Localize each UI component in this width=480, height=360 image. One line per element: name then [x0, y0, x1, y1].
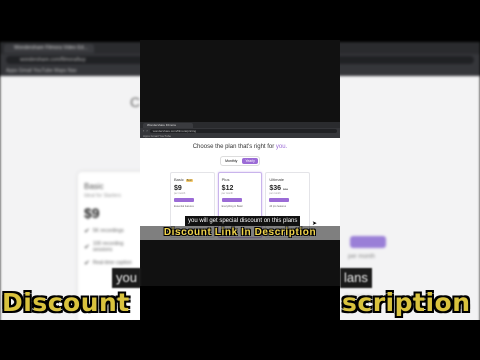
pricing-title-text: Choose the plan that's right for	[192, 144, 276, 150]
plan-price: $12	[221, 185, 234, 192]
billing-toggle: Monthly Yearly	[140, 156, 340, 166]
inner-browser-tab[interactable]: Wondershare Filmora	[143, 122, 193, 128]
bg-caption-right: lans	[340, 268, 372, 288]
bg-browser-tab[interactable]: Wondershare Filmora Video Ed...	[4, 43, 94, 53]
plan-badge: Best	[185, 179, 193, 182]
plan-name-row: Basic Best	[174, 177, 211, 182]
subtitle-caption: you will get special discount on this pl…	[185, 216, 301, 226]
monthly-toggle-option[interactable]: Monthly	[222, 158, 240, 164]
inner-url-field[interactable]: wondershare.com/filmora/pricing	[149, 129, 337, 133]
bg-feature-row: ✔ 5K recordings	[84, 227, 144, 235]
banner-text-left: Discount	[2, 288, 130, 317]
check-icon: ✔	[84, 244, 90, 251]
bg-feature-row: ✔ Real-time caption	[84, 259, 144, 267]
plan-period: per month	[269, 192, 281, 195]
bg-page-heading: C	[130, 94, 141, 110]
plan-period: per month	[221, 192, 233, 195]
plan-buy-button[interactable]	[174, 198, 194, 202]
plan-feature: All pro features	[269, 205, 287, 208]
pricing-title-accent: you.	[275, 144, 288, 150]
bg-feature-label: Real-time caption	[92, 260, 132, 266]
plan-name: Ultimate	[269, 177, 285, 182]
inner-bookmarks-bar: Apps Gmail YouTube	[140, 134, 340, 138]
plan-feature: Essential features	[174, 205, 194, 208]
discount-banner: Discount scription	[0, 286, 480, 320]
plan-name: Basic	[174, 177, 184, 182]
bg-feature-label: 100 recording sessions	[92, 241, 124, 253]
plan-price: $9	[174, 185, 182, 192]
pricing-title: Choose the plan that's right for you.	[140, 144, 340, 150]
yearly-toggle-option[interactable]: Yearly	[242, 158, 258, 164]
discount-caption: Discount Link In Description	[140, 226, 340, 240]
banner-center-mask	[140, 286, 340, 320]
plan-period: per month	[174, 192, 186, 195]
bottom-letterbox	[0, 320, 480, 360]
check-icon: ✔	[84, 228, 90, 235]
plan-price-row: $36 $59	[269, 185, 306, 192]
bg-right-text: per month	[348, 254, 376, 260]
bg-feature-label: 5K recordings	[92, 228, 124, 234]
bg-plan-price: $9	[84, 205, 100, 221]
plan-feature: Everything in Basic	[221, 205, 243, 208]
plan-price: $36	[269, 185, 282, 192]
plan-buy-button[interactable]	[221, 198, 242, 202]
bg-feature-row: ✔ 100 recording sessions	[84, 241, 144, 253]
plan-name: Plus	[221, 177, 230, 182]
plan-old-price: $59	[282, 187, 288, 191]
bg-plan-name: Basic	[84, 182, 104, 191]
bg-caption-left: you	[112, 268, 141, 288]
plan-buy-button[interactable]	[269, 198, 290, 202]
check-icon: ✔	[84, 260, 90, 267]
bg-plan-subtitle: Ideal for Starters	[84, 193, 121, 199]
banner-text-right: scription	[342, 288, 471, 317]
bg-buy-button[interactable]	[350, 236, 386, 248]
billing-toggle-box: Monthly Yearly	[220, 156, 260, 166]
